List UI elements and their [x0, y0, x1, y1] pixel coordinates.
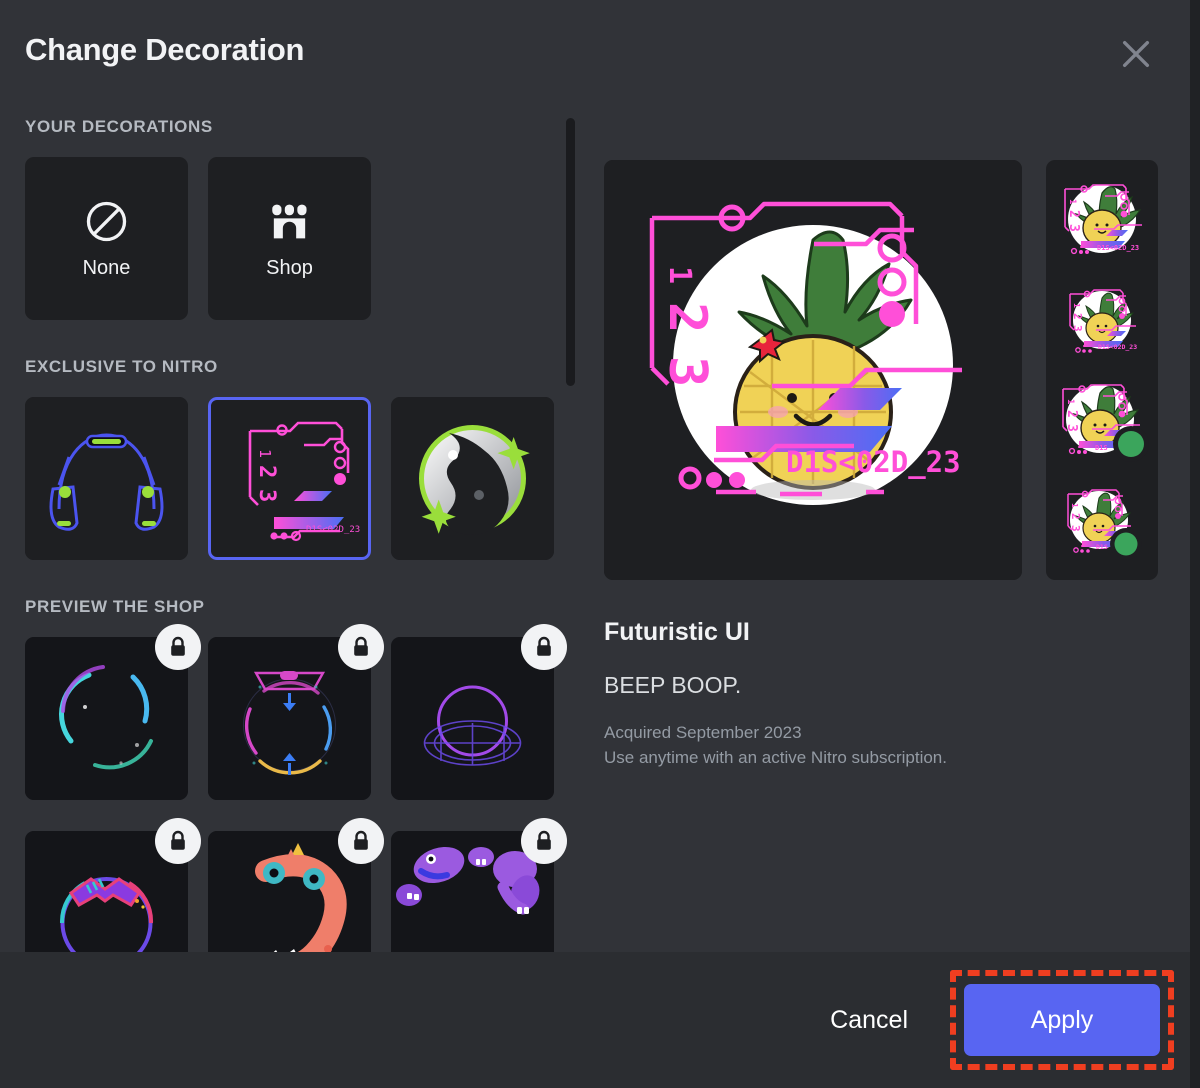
moon-art	[391, 397, 554, 560]
section-heading-exclusive-nitro: EXCLUSIVE TO NITRO	[25, 357, 218, 376]
thumb-art: 1 2 3 D1S<02D_23	[1069, 288, 1137, 353]
decoration-preview-panel: 1 2 3 D1S<02D_23 1 2 3 D1S<02D_23 1 2 3 …	[578, 100, 1190, 952]
lock-icon	[521, 818, 567, 864]
lock-icon	[338, 624, 384, 670]
svg-text:1: 1	[1065, 399, 1075, 404]
shop-item-wrapper	[208, 624, 384, 800]
exclusive-nitro-row: 1 2 3 D1S<02D_23	[25, 397, 554, 560]
preview-shop-row-1	[25, 624, 567, 800]
scrollbar-thumb[interactable]	[566, 118, 575, 386]
shop-item-wrapper	[391, 818, 567, 952]
decoration-detail-subtitle: BEEP BOOP.	[604, 672, 742, 698]
lock-icon	[338, 818, 384, 864]
svg-text:1: 1	[256, 449, 274, 458]
section-heading-preview-shop: PREVIEW THE SHOP	[25, 597, 205, 616]
decoration-tile-futuristic-ui[interactable]: 1 2 3 D1S<02D_23	[208, 397, 371, 560]
page-title: Change Decoration	[25, 32, 305, 67]
decoration-tile-shop[interactable]: Shop	[208, 157, 371, 320]
svg-text:2: 2	[1069, 513, 1082, 520]
decoration-detail-title: Futuristic UI	[604, 618, 750, 646]
background-gutter	[1190, 0, 1200, 1088]
decoration-detail-meta: Acquired September 2023 Use anytime with…	[604, 720, 947, 770]
svg-text:3: 3	[1069, 525, 1082, 532]
cancel-button[interactable]: Cancel	[806, 990, 932, 1051]
svg-text:2: 2	[1064, 410, 1079, 418]
acquired-date: Acquired September 2023	[604, 723, 802, 742]
close-icon-glyph	[1122, 40, 1150, 68]
decoration-tile-headphones[interactable]	[25, 397, 188, 560]
thumb-medium-no-status[interactable]: 1 2 3 D1S<02D_23	[1052, 272, 1152, 368]
shop-item-wrapper	[391, 624, 567, 800]
svg-text:D1S<02D_23: D1S<02D_23	[1098, 343, 1137, 351]
svg-text:1: 1	[662, 266, 697, 284]
storefront-icon	[272, 204, 307, 238]
svg-text:2: 2	[1071, 313, 1084, 320]
svg-text:3: 3	[657, 356, 717, 387]
decoration-tile-none-label: None	[82, 256, 131, 279]
lock-icon	[155, 818, 201, 864]
svg-text:1: 1	[1072, 303, 1081, 308]
usage-note: Use anytime with an active Nitro subscri…	[604, 748, 947, 767]
decoration-text: D1S<02D_23	[786, 445, 961, 479]
svg-text:3: 3	[254, 489, 279, 502]
svg-text:3: 3	[1071, 325, 1084, 332]
svg-text:2: 2	[657, 302, 717, 333]
svg-text:D1S: D1S	[1096, 543, 1108, 551]
lock-icon-glyph	[354, 636, 368, 656]
thumb-large-no-status[interactable]: 1 2 3 D1S<02D_23	[1052, 171, 1152, 267]
svg-text:D1S<02D_23: D1S<02D_23	[306, 525, 360, 535]
avatar-preview-card: 1 2 3 D1S<02D_23	[604, 160, 1022, 580]
shop-item-wrapper	[25, 818, 201, 952]
section-heading-your-decorations: YOUR DECORATIONS	[25, 117, 213, 136]
pineapple-avatar-preview: 1 2 3 D1S<02D_23	[604, 160, 1022, 580]
svg-text:1: 1	[1070, 503, 1079, 508]
shop-item-wrapper	[25, 624, 201, 800]
thumb-art: 1 2 3 D1S	[1062, 383, 1149, 462]
svg-text:1: 1	[1067, 199, 1077, 204]
preview-shop-row-2	[25, 818, 567, 952]
status-badge-online	[1114, 532, 1138, 555]
futuristic-ui-art: 1 2 3 D1S<02D_23	[208, 397, 371, 560]
modal-footer: Cancel Apply	[0, 952, 1190, 1088]
svg-text:D1S<02D_23: D1S<02D_23	[1097, 244, 1139, 252]
close-icon[interactable]	[1112, 30, 1160, 78]
decoration-tile-moon[interactable]	[391, 397, 554, 560]
svg-text:D1S: D1S	[1095, 444, 1108, 452]
your-decorations-row: None Shop	[25, 157, 371, 320]
lock-icon-glyph	[171, 830, 185, 850]
apply-button[interactable]: Apply	[964, 984, 1160, 1056]
lock-icon	[155, 624, 201, 670]
change-decoration-modal: Change Decoration YOUR DECORATIONS None	[0, 0, 1190, 1088]
thumb-art: 1 2 3 D1S	[1067, 488, 1142, 560]
shop-item-wrapper	[208, 818, 384, 952]
headphones-art	[25, 397, 188, 560]
thumb-medium-online[interactable]: 1 2 3 D1S	[1052, 474, 1152, 570]
decoration-tile-none[interactable]: None	[25, 157, 188, 320]
lock-icon	[521, 624, 567, 670]
thumb-art: 1 2 3 D1S<02D_23	[1064, 183, 1142, 254]
svg-text:3: 3	[1064, 424, 1079, 432]
avatar-size-thumbnails: 1 2 3 D1S<02D_23 1 2 3 D1S<02D_23 1 2 3 …	[1046, 160, 1158, 580]
lock-icon-glyph	[354, 830, 368, 850]
apply-button-wrapper: Apply	[950, 970, 1174, 1070]
lock-icon-glyph	[537, 636, 551, 656]
status-badge-online	[1118, 430, 1144, 457]
decoration-tile-shop-label: Shop	[266, 256, 313, 279]
svg-text:2: 2	[254, 465, 279, 478]
thumb-large-online[interactable]: 1 2 3 D1S	[1052, 373, 1152, 469]
decorations-scroll-area[interactable]: YOUR DECORATIONS None Shop EXCLUSIVE TO …	[0, 100, 578, 952]
lock-icon-glyph	[171, 636, 185, 656]
svg-text:3: 3	[1066, 224, 1081, 232]
lock-icon-glyph	[537, 830, 551, 850]
no-entry-icon	[86, 201, 127, 241]
svg-text:2: 2	[1066, 210, 1081, 218]
screen-root: Change Decoration YOUR DECORATIONS None	[0, 0, 1200, 1088]
